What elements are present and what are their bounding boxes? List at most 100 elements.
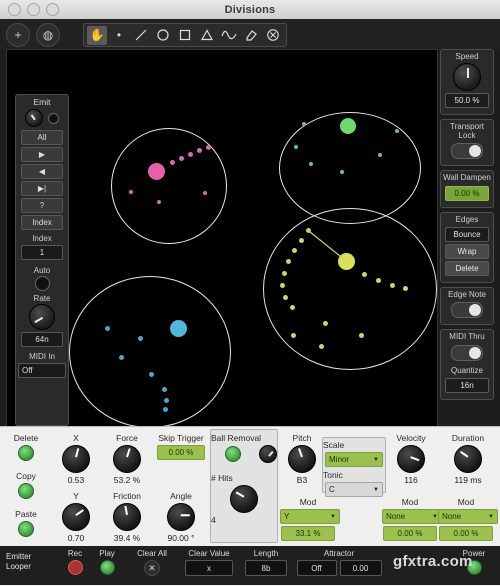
emit-index-button[interactable]: Index	[21, 215, 63, 230]
ball-dot[interactable]	[340, 170, 344, 174]
emit-back-button[interactable]: ◀	[21, 164, 63, 179]
ball-dot[interactable]	[323, 321, 328, 326]
ball-dot[interactable]	[286, 259, 291, 264]
ball-dot[interactable]	[302, 122, 306, 126]
ball-dot[interactable]	[403, 286, 408, 291]
friction-knob[interactable]	[113, 503, 141, 531]
force-knob[interactable]	[113, 445, 141, 473]
ball-dot[interactable]	[179, 156, 184, 161]
length-value[interactable]: 8b	[245, 560, 287, 576]
ball-dot[interactable]	[291, 333, 296, 338]
emit-rate-knob[interactable]	[29, 304, 55, 330]
ball-dot[interactable]	[188, 152, 193, 157]
speed-value[interactable]: 50.0 %	[445, 93, 489, 109]
skip-trigger-value[interactable]: 0.00 %	[157, 445, 205, 460]
ball-dot[interactable]	[163, 407, 168, 412]
ball-blue-main[interactable]	[170, 320, 187, 337]
pitch-knob[interactable]	[288, 445, 316, 473]
ball-dot[interactable]	[197, 148, 202, 153]
duration-knob[interactable]	[454, 445, 482, 473]
ball-dot[interactable]	[149, 372, 154, 377]
wave-tool[interactable]	[219, 26, 239, 45]
ball-dot[interactable]	[376, 278, 381, 283]
rec-button[interactable]	[67, 560, 83, 575]
paste-button[interactable]	[18, 521, 34, 537]
mod-1-amount[interactable]: 33.1 %	[281, 526, 335, 541]
ball-dot[interactable]	[129, 190, 133, 194]
ball-dot[interactable]	[319, 344, 324, 349]
ball-dot[interactable]	[170, 160, 175, 165]
ball-dot[interactable]	[294, 145, 298, 149]
mod-2-source[interactable]: None ▼	[382, 509, 442, 524]
eraser-tool[interactable]	[241, 26, 261, 45]
ball-dot[interactable]	[290, 305, 295, 310]
hand-tool[interactable]: ✋	[87, 25, 107, 45]
ball-dot[interactable]	[157, 200, 161, 204]
speed-knob[interactable]	[453, 63, 481, 92]
delete-button[interactable]	[18, 445, 34, 461]
ball-pink-main[interactable]	[148, 163, 165, 180]
emit-auto-led[interactable]	[34, 276, 50, 291]
ball-dot[interactable]	[138, 336, 143, 341]
ball-dot[interactable]	[299, 238, 304, 243]
shape-circle-blue[interactable]	[69, 276, 231, 428]
triangle-tool[interactable]	[197, 26, 217, 45]
ball-yellow-main[interactable]	[338, 253, 355, 270]
ball-dot[interactable]	[378, 153, 382, 157]
point-tool[interactable]: •	[109, 26, 129, 45]
quantize-value[interactable]: 16n	[445, 378, 489, 394]
y-knob[interactable]	[62, 503, 90, 531]
palette-button[interactable]: ◍	[36, 23, 60, 47]
emit-all-button[interactable]: All	[21, 130, 63, 145]
square-tool[interactable]	[175, 26, 195, 45]
edges-option-delete[interactable]: Delete	[445, 260, 489, 276]
ball-dot[interactable]	[309, 162, 313, 166]
ball-dot[interactable]	[292, 248, 297, 253]
shape-circle-yellow[interactable]	[263, 208, 437, 370]
emit-index-value[interactable]: 1	[21, 245, 63, 260]
cancel-tool[interactable]	[263, 26, 283, 45]
ball-dot[interactable]	[206, 145, 211, 150]
clear-all-button[interactable]: ✕	[144, 560, 160, 576]
tonic-dropdown[interactable]: C ▼	[325, 482, 383, 497]
emit-step-button[interactable]: ▶|	[21, 181, 63, 196]
ball-dot[interactable]	[362, 272, 367, 277]
hits-knob[interactable]	[230, 485, 258, 513]
emit-knob[interactable]	[25, 109, 43, 127]
midi-in-value[interactable]: Off	[18, 363, 66, 378]
ball-dot[interactable]	[119, 355, 124, 360]
ball-green-main[interactable]	[340, 118, 356, 134]
ball-dot[interactable]	[203, 191, 207, 195]
scale-dropdown[interactable]: Minor ▼	[325, 452, 383, 467]
edge-note-toggle[interactable]	[451, 302, 483, 319]
ball-removal-toggle[interactable]	[225, 446, 241, 462]
line-tool[interactable]	[131, 26, 151, 45]
mod-1-source[interactable]: Y ▼	[280, 509, 340, 524]
play-button[interactable]	[99, 560, 115, 575]
velocity-knob[interactable]	[397, 445, 425, 473]
copy-button[interactable]	[18, 483, 34, 499]
mod-2-amount[interactable]: 0.00 %	[383, 526, 437, 541]
ball-dot[interactable]	[105, 326, 110, 331]
ball-dot[interactable]	[306, 228, 311, 233]
ball-dot[interactable]	[395, 129, 399, 133]
mod-3-amount[interactable]: 0.00 %	[439, 526, 493, 541]
emit-rate-value[interactable]: 64n	[21, 332, 63, 347]
mod-3-source[interactable]: None ▼	[438, 509, 498, 524]
attractor-state[interactable]: Off	[296, 560, 337, 576]
wall-dampen-value[interactable]: 0.00 %	[445, 185, 489, 201]
emit-random-button[interactable]: ?	[21, 198, 63, 213]
ball-removal-knob[interactable]	[259, 445, 277, 463]
emit-led[interactable]	[48, 112, 59, 124]
clear-value-button[interactable]: x	[185, 560, 233, 576]
add-button[interactable]: +	[6, 23, 30, 47]
ball-dot[interactable]	[359, 333, 364, 338]
edges-option-bounce[interactable]: Bounce	[445, 226, 489, 242]
angle-knob[interactable]	[167, 503, 195, 531]
circle-tool[interactable]	[153, 26, 173, 45]
ball-dot[interactable]	[390, 283, 395, 288]
transport-lock-toggle[interactable]	[451, 143, 483, 160]
x-knob[interactable]	[62, 445, 90, 473]
ball-dot[interactable]	[280, 283, 285, 288]
ball-dot[interactable]	[164, 398, 169, 403]
